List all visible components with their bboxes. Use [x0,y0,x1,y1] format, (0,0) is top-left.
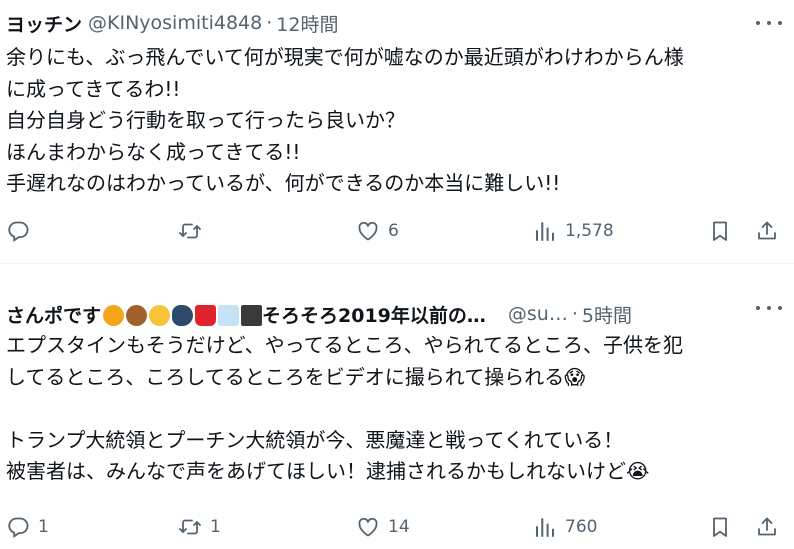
like-count: 14 [388,517,410,537]
author-name-end: そろそろ2019年以前の… [262,304,486,327]
tweet-text-line: ほんまわからなく成ってきてる!! [6,139,301,164]
timestamp[interactable]: 12時間 [276,10,338,37]
tweet-text-line: 被害者は、みんなで声をあげてほしい！逮捕されるかもしれないけど😭 [6,459,650,483]
author-handle[interactable]: @su… [508,303,568,325]
views-button[interactable]: 760 [533,515,597,539]
reply-button[interactable] [6,219,38,243]
tweet-text: 余りにも、ぶっ飛んでいて何が現実で何が嘘なのか最近頭がわけわからん様 に成ってき… [6,42,782,200]
retweet-icon [179,223,201,239]
action-bar: 6 1,578 [0,216,794,246]
author-name[interactable]: さんポです そろそろ2019年以前の… [6,301,486,328]
retweet-count: 1 [210,517,221,537]
tweet-2[interactable]: さんポです そろそろ2019年以前の… @su… · 5時間 エプスタインもそうだ… [0,264,794,549]
views-count: 1,578 [565,221,614,241]
retweet-button[interactable] [178,219,210,243]
like-button[interactable]: 14 [356,515,410,539]
tweet-header: ヨッチン @KINyosimiti4848 · 12時間 [6,0,782,42]
like-button[interactable]: 6 [356,219,399,243]
author-name[interactable]: ヨッチン [6,10,82,37]
action-bar: 1 1 14 760 [0,512,794,542]
separator-dot: · [571,303,578,325]
tweet-text-line: に成ってきてるわ!! [6,76,181,101]
reply-button[interactable]: 1 [6,515,49,539]
bookmark-button[interactable] [708,219,732,243]
more-icon[interactable] [756,13,782,33]
views-button[interactable]: 1,578 [533,219,614,243]
clapper-board-icon [241,304,263,326]
reply-icon [8,221,29,243]
tweet-text-line: エプスタインもそうだけど、やってるところ、やられてるところ、子供を犯 [6,333,683,357]
retweet-icon [179,519,201,535]
grinning-cat-icon [149,304,171,326]
tweet-text-line: トランプ大統領とプーチン大統領が今、悪魔達と戦ってくれている！ [6,427,624,452]
reply-count: 1 [38,517,49,537]
share-button[interactable] [755,515,779,539]
views-icon [536,222,554,241]
tweet-text-line: してるところ、ころしてるところをビデオに撮られて操られる😱 [6,364,586,389]
tweet-1[interactable]: ヨッチン @KINyosimiti4848 · 12時間 余りにも、ぶっ飛んでい… [0,0,794,264]
share-button[interactable] [755,219,779,243]
share-icon [758,221,776,240]
french-fries-icon [195,304,217,326]
tweet-text-line: 自分自身どう行動を取って行ったら良いか？ [6,108,405,132]
tweet-text-line: 手遅れなのはわかっているが、何ができるのか本当に難しい!! [6,171,561,195]
tweet-text: エプスタインもそうだけど、やってるところ、やられてるところ、子供を犯 してるとこ… [6,330,782,488]
views-count: 760 [565,517,598,537]
bookmark-icon [713,517,727,537]
views-icon [536,518,554,537]
tweet-text-line: 余りにも、ぶっ飛んでいて何が現実で何が嘘なのか最近頭がわけわからん様 [6,45,684,69]
retweet-button[interactable]: 1 [178,515,221,539]
share-icon [758,517,776,536]
like-icon [358,517,378,537]
tweet-text-line [6,393,782,425]
tweet-header: さんポです そろそろ2019年以前の… @su… · 5時間 [6,264,782,330]
timestamp[interactable]: 5時間 [582,301,632,328]
author-name-start: さんポです [6,304,102,327]
bookmark-button[interactable] [708,515,732,539]
separator-dot: · [266,12,273,34]
bookmark-icon [713,221,727,241]
like-count: 6 [388,221,399,241]
tiger-face-icon [103,304,125,326]
more-icon[interactable] [756,298,782,318]
cup-with-straw-icon [218,304,240,326]
bear-face-icon [126,304,148,326]
like-icon [358,221,378,241]
speaking-head-icon [172,304,194,326]
reply-icon [8,517,29,539]
author-handle[interactable]: @KINyosimiti4848 [88,12,262,34]
